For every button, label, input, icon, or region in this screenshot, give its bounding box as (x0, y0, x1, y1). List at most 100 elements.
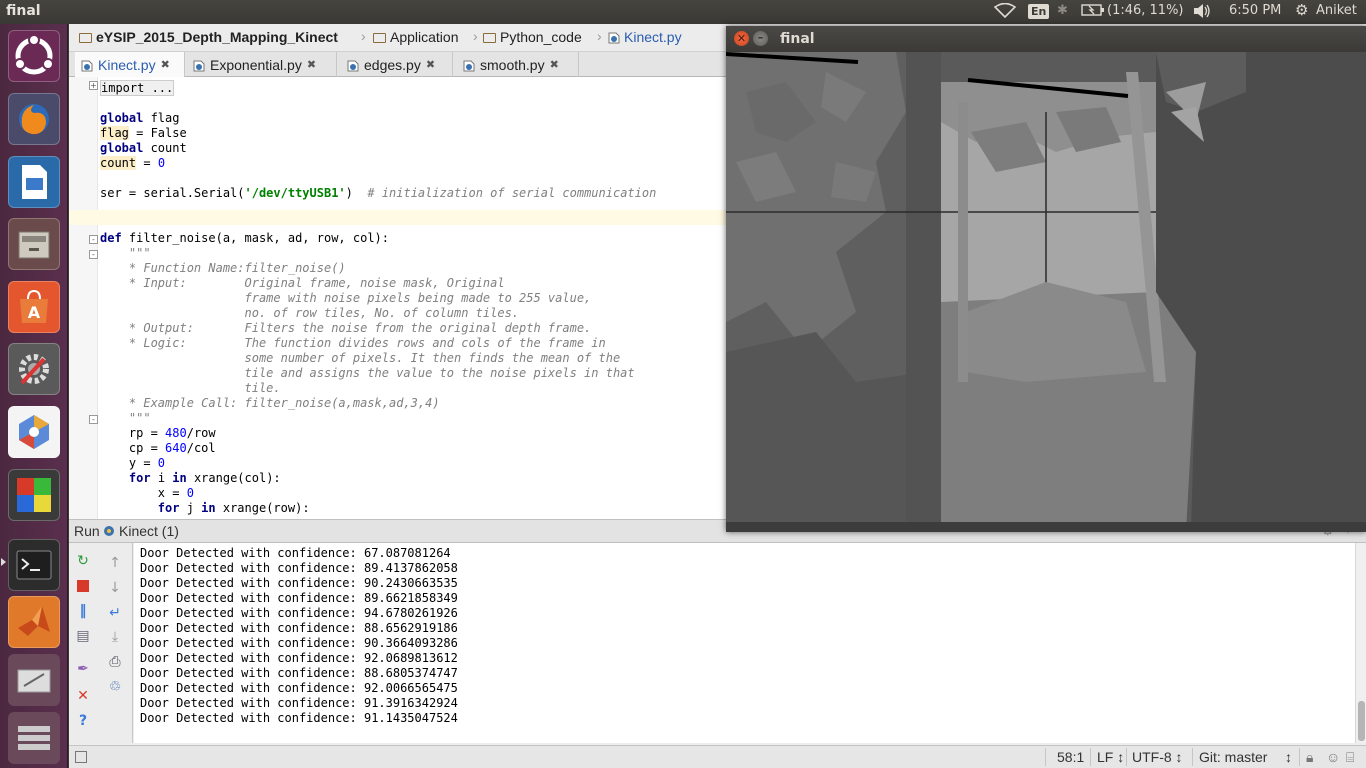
print-icon[interactable]: ⎙ (107, 654, 123, 670)
close-icon[interactable]: ✖ (426, 58, 435, 71)
restore-layout-icon[interactable]: ▤ (75, 628, 91, 644)
unity-tweak-icon[interactable] (8, 406, 60, 458)
python-file-icon (81, 60, 93, 71)
help-icon[interactable]: ? (75, 713, 91, 729)
scroll-up-icon[interactable]: ↑ (107, 555, 123, 571)
fold-expand-icon[interactable]: + (89, 81, 98, 90)
tab-exponential-py[interactable]: Exponential.py ✖ (187, 52, 337, 77)
close-icon[interactable]: ✖ (550, 58, 559, 71)
status-separator (1045, 748, 1046, 766)
encoding-select[interactable]: UTF-8 ↕ (1132, 749, 1183, 765)
scrollbar-thumb[interactable] (1358, 701, 1365, 741)
code-line: for j in xrange(row): (157, 501, 310, 515)
breadcrumb-separator: › (597, 28, 602, 44)
trash-icon[interactable]: ♲ (107, 679, 123, 695)
editor-gutter: + - - - (69, 77, 98, 519)
system-settings-icon[interactable] (8, 343, 60, 395)
tab-edges-py[interactable]: edges.py ✖ (341, 52, 453, 77)
battery-icon[interactable] (1081, 3, 1105, 21)
close-icon[interactable]: ✕ (734, 31, 749, 46)
breadcrumb-python-code[interactable]: Python_code (483, 29, 582, 45)
pin-icon[interactable]: ✒ (75, 661, 91, 677)
battery-status-text[interactable]: (1:46, 11%) (1107, 3, 1184, 18)
python-file-icon (347, 60, 359, 71)
docstring-line: tile. (100, 381, 281, 395)
show-desktop-icon[interactable] (8, 712, 60, 764)
scroll-down-icon[interactable]: ↓ (107, 580, 123, 596)
depth-frame-window[interactable]: ✕ – final (726, 26, 1366, 532)
run-config-name[interactable]: Kinect (1) (119, 523, 179, 539)
line-separator-select[interactable]: LF ↕ (1097, 749, 1124, 765)
vcs-branch-select[interactable]: Git: master (1199, 749, 1267, 765)
stop-icon[interactable] (75, 578, 91, 594)
console-line: Door Detected with confidence: 90.366409… (140, 636, 458, 650)
current-line-highlight (69, 210, 729, 225)
code-line: cp = 640/col (100, 441, 216, 455)
close-icon[interactable]: ✖ (307, 58, 316, 71)
console-line: Door Detected with confidence: 88.656291… (140, 621, 458, 635)
gear-icon[interactable]: ⚙ (1295, 1, 1308, 19)
minimize-icon[interactable]: – (753, 31, 768, 46)
fold-collapse-icon[interactable]: - (89, 415, 98, 424)
top-panel: final En ✱ (1:46, 11%) 6:50 PM ⚙ Aniket (0, 0, 1366, 24)
user-name[interactable]: Aniket (1316, 3, 1357, 18)
lock-icon[interactable]: 🔒︎ (1306, 749, 1313, 766)
close-icon[interactable]: ✖ (161, 58, 170, 71)
console-line: Door Detected with confidence: 92.068981… (140, 651, 458, 665)
ubuntu-dash-icon[interactable] (8, 30, 60, 82)
console-scrollbar[interactable] (1355, 543, 1366, 743)
window-title: final (780, 31, 815, 47)
workspace-switcher-icon[interactable] (8, 654, 60, 706)
run-label[interactable]: Run (74, 523, 100, 539)
run-toolbar-right: ↑ ↓ ↵ ⤓ ⎙ ♲ (97, 543, 133, 743)
code-line: y = 0 (100, 456, 166, 470)
status-separator (1126, 748, 1127, 766)
bluetooth-icon[interactable]: ✱ (1057, 3, 1068, 18)
folder-icon (373, 33, 386, 43)
pause-icon[interactable]: ‖ (75, 603, 91, 619)
rerun-icon[interactable]: ↻ (75, 553, 91, 569)
docstring-line: some number of pixels. It then finds the… (100, 351, 621, 365)
scroll-to-end-icon[interactable]: ⤓ (107, 629, 123, 645)
tool-windows-icon[interactable] (75, 751, 87, 763)
caret-position[interactable]: 58:1 (1057, 749, 1084, 765)
cube-app-icon[interactable] (8, 469, 60, 521)
breadcrumb-file[interactable]: Kinect.py (608, 29, 682, 45)
vcs-branch-chevron-icon[interactable]: ↕ (1285, 749, 1292, 765)
fold-collapse-icon[interactable]: - (89, 250, 98, 259)
docstring-line: """ (100, 411, 151, 425)
terminal-icon[interactable] (8, 539, 60, 591)
files-icon[interactable] (8, 218, 60, 270)
console-line: Door Detected with confidence: 88.680537… (140, 666, 458, 680)
docstring-line: frame with noise pixels being made to 25… (100, 291, 592, 305)
docstring-line: * Example Call: filter_noise(a,mask,ad,3… (100, 396, 440, 410)
run-console-output[interactable]: Door Detected with confidence: 67.087081… (134, 543, 1355, 743)
close-icon[interactable]: ✕ (75, 688, 91, 704)
code-line: ser = serial.Serial('/dev/ttyUSB1') # in… (100, 186, 657, 200)
python-file-icon (193, 60, 205, 71)
window-titlebar[interactable]: ✕ – final (726, 26, 1366, 52)
depth-image (726, 52, 1366, 532)
matlab-icon[interactable] (8, 596, 60, 648)
code-line: rp = 480/row (100, 426, 216, 440)
firefox-icon[interactable] (8, 93, 60, 145)
fold-collapse-icon[interactable]: - (89, 235, 98, 244)
code-line: flag = False (100, 126, 187, 140)
clock[interactable]: 6:50 PM (1229, 3, 1281, 18)
code-editor[interactable]: + - - - import ... global flag flag = Fa… (69, 77, 729, 519)
inspector-icon[interactable]: ☺ (1326, 749, 1340, 765)
wifi-icon[interactable] (993, 2, 1017, 23)
code-line: def filter_noise(a, mask, ad, row, col): (100, 231, 389, 245)
breadcrumb-project[interactable]: eYSIP_2015_Depth_Mapping_Kinect (79, 29, 338, 45)
volume-icon[interactable] (1192, 3, 1212, 23)
tab-kinect-py[interactable]: Kinect.py ✖ (75, 52, 185, 77)
tab-smooth-py[interactable]: smooth.py ✖ (457, 52, 579, 77)
breadcrumb-separator: › (361, 28, 366, 44)
software-center-icon[interactable]: A (8, 281, 60, 333)
soft-wrap-icon[interactable]: ↵ (107, 605, 123, 621)
event-log-icon[interactable]: ⌸ (1346, 749, 1354, 766)
libreoffice-impress-icon[interactable] (8, 156, 60, 208)
breadcrumb-application[interactable]: Application (373, 29, 459, 45)
docstring-line: no. of row tiles, No. of column tiles. (100, 306, 520, 320)
keyboard-language-indicator[interactable]: En (1028, 4, 1050, 19)
